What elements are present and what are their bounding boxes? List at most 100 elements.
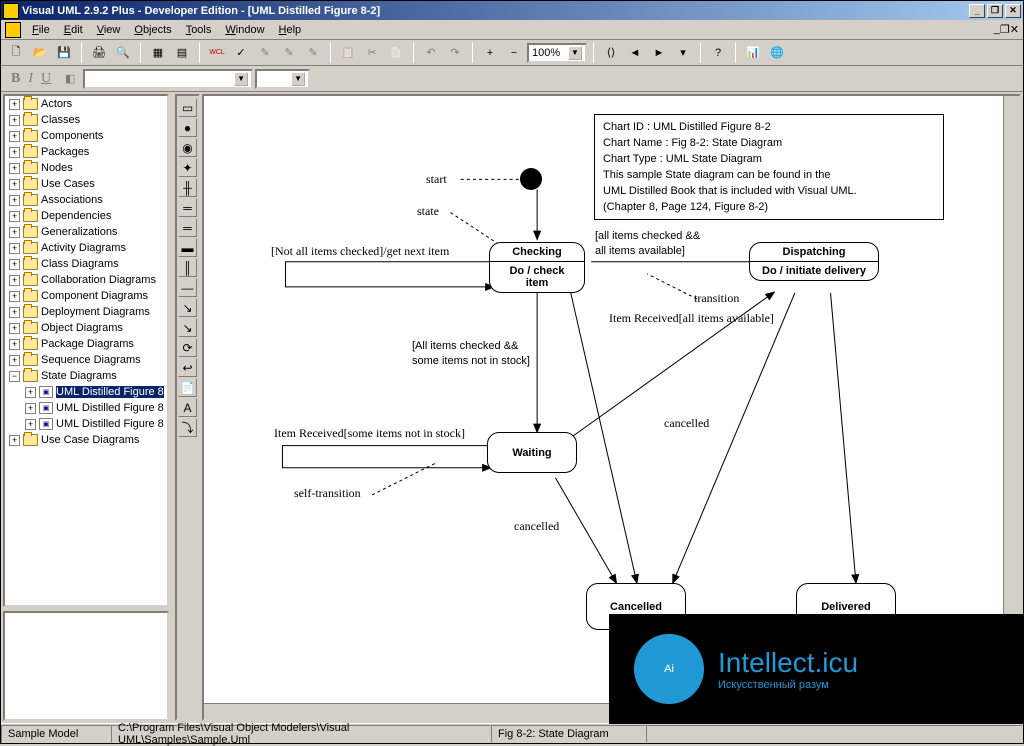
title-text: Visual UML 2.9.2 Plus - Developer Editio…	[22, 5, 380, 17]
font-combo[interactable]: ▼	[83, 69, 253, 89]
preview-pane	[3, 611, 169, 721]
tool12[interactable]: ↘	[178, 318, 197, 337]
help-icon[interactable]: ?	[707, 42, 729, 64]
toolbar-format: B I U ◧ ▼ ▼	[1, 66, 1023, 92]
tree-item[interactable]: +▣UML Distilled Figure 8	[5, 400, 167, 416]
mdi-restore-button[interactable]: ❐	[1000, 23, 1010, 36]
select-tool[interactable]: ▭	[178, 98, 197, 117]
menu-tools[interactable]: Tools	[179, 22, 219, 38]
paste-icon: 📄	[385, 42, 407, 64]
fork-tool[interactable]: ═	[178, 198, 197, 217]
label-guard2: [all items checked &&all items available…	[595, 228, 700, 258]
tree-item[interactable]: +Associations	[5, 192, 167, 208]
menu-help[interactable]: Help	[272, 22, 309, 38]
preview-icon[interactable]: 🔍	[112, 42, 134, 64]
menu-objects[interactable]: Objects	[127, 22, 178, 38]
wcl-icon[interactable]: WCL	[206, 42, 228, 64]
d1-icon: ✎	[254, 42, 276, 64]
menu-view[interactable]: View	[90, 22, 128, 38]
chevron-down-icon[interactable]: ▼	[568, 46, 582, 60]
minimize-button[interactable]: _	[969, 4, 985, 18]
close-button[interactable]: ✕	[1005, 4, 1021, 18]
tool8[interactable]: ▬	[178, 238, 197, 257]
minus-icon[interactable]: −	[503, 42, 525, 64]
save-icon[interactable]: 💾	[53, 42, 75, 64]
tool9[interactable]: ║	[178, 258, 197, 277]
tool14[interactable]: ↩	[178, 358, 197, 377]
tree-item[interactable]: +Activity Diagrams	[5, 240, 167, 256]
tree-item[interactable]: +Object Diagrams	[5, 320, 167, 336]
nav-fwd-icon[interactable]: ►	[648, 42, 670, 64]
watermark-logo: Ai	[634, 634, 704, 704]
tree-item[interactable]: +Components	[5, 128, 167, 144]
state-dispatching[interactable]: Dispatching Do / initiate delivery	[749, 242, 879, 281]
menu-window[interactable]: Window	[218, 22, 271, 38]
tree-item[interactable]: +Class Diagrams	[5, 256, 167, 272]
state-checking[interactable]: Checking Do / check item	[489, 242, 585, 293]
info-l1: Chart ID : UML Distilled Figure 8-2	[603, 119, 935, 135]
tree-item[interactable]: +Use Case Diagrams	[5, 432, 167, 448]
print-icon[interactable]: 🖨	[88, 42, 110, 64]
split-tool[interactable]: ╫	[178, 178, 197, 197]
vertical-scrollbar[interactable]	[1003, 96, 1019, 703]
app-window: Visual UML 2.9.2 Plus - Developer Editio…	[0, 0, 1024, 744]
new-icon[interactable]: 🗋	[5, 42, 27, 64]
final-tool[interactable]: ◉	[178, 138, 197, 157]
attach-tool[interactable]: ⤵	[178, 418, 197, 437]
label-state: state	[417, 204, 439, 219]
size-combo[interactable]: ▼	[255, 69, 310, 89]
initial-state[interactable]	[520, 168, 542, 190]
zoom-combo[interactable]: 100% ▼	[527, 43, 587, 63]
tree-item[interactable]: +Dependencies	[5, 208, 167, 224]
tree-item[interactable]: +Packages	[5, 144, 167, 160]
nav-back-icon[interactable]: ◄	[624, 42, 646, 64]
tool13[interactable]: ⟳	[178, 338, 197, 357]
check-icon[interactable]: ✓	[230, 42, 252, 64]
menubar: File Edit View Objects Tools Window Help…	[1, 20, 1023, 40]
fork2-tool[interactable]: ═	[178, 218, 197, 237]
tree-item[interactable]: +Use Cases	[5, 176, 167, 192]
tree-item[interactable]: +Package Diagrams	[5, 336, 167, 352]
tree-item[interactable]: +▣UML Distilled Figure 8	[5, 384, 167, 400]
tool-a-icon[interactable]: ▦	[147, 42, 169, 64]
tree-item[interactable]: +Component Diagrams	[5, 288, 167, 304]
color-icon: ◧	[59, 68, 81, 90]
tree-item[interactable]: +▣UML Distilled Figure 8	[5, 416, 167, 432]
open-icon[interactable]: 📂	[29, 42, 51, 64]
tool10[interactable]: —	[178, 278, 197, 297]
doc-icon	[5, 22, 21, 38]
tree-item[interactable]: +Collaboration Diagrams	[5, 272, 167, 288]
initial-tool[interactable]: ●	[178, 118, 197, 137]
bold-button: B	[11, 71, 20, 87]
tree-item[interactable]: +Nodes	[5, 160, 167, 176]
state-waiting[interactable]: Waiting	[487, 432, 577, 473]
label-guard1: [Not all items checked]/get next item	[271, 244, 449, 259]
aux-tool[interactable]: ✦	[178, 158, 197, 177]
globe-icon[interactable]: 🌐	[766, 42, 788, 64]
chart-info-box[interactable]: Chart ID : UML Distilled Figure 8-2 Char…	[594, 114, 944, 220]
tree-item[interactable]: +Actors	[5, 96, 167, 112]
chart-icon[interactable]: 📊	[742, 42, 764, 64]
mdi-close-button[interactable]: ✕	[1010, 23, 1019, 36]
menu-file[interactable]: File	[25, 22, 57, 38]
tool-b-icon[interactable]: ▤	[171, 42, 193, 64]
chevron-down-icon[interactable]: ▼	[234, 72, 248, 86]
tree-item[interactable]: −State Diagrams	[5, 368, 167, 384]
tree-item[interactable]: +Classes	[5, 112, 167, 128]
plus-icon[interactable]: +	[479, 42, 501, 64]
text-tool[interactable]: A	[178, 398, 197, 417]
model-tree[interactable]: +Actors+Classes+Components+Packages+Node…	[3, 94, 169, 607]
tree-item[interactable]: +Deployment Diagrams	[5, 304, 167, 320]
note-tool[interactable]: 📄	[178, 378, 197, 397]
nav1-icon[interactable]: ⟨⟩	[600, 42, 622, 64]
tree-item[interactable]: +Sequence Diagrams	[5, 352, 167, 368]
label-selftransition: self-transition	[294, 486, 361, 501]
menu-edit[interactable]: Edit	[57, 22, 90, 38]
tree-item[interactable]: +Generalizations	[5, 224, 167, 240]
info-l4: This sample State diagram can be found i…	[603, 167, 935, 183]
tool11[interactable]: ↘	[178, 298, 197, 317]
nav-drop-icon[interactable]: ▾	[672, 42, 694, 64]
maximize-button[interactable]: ❐	[987, 4, 1003, 18]
app-icon	[3, 3, 19, 19]
chevron-down-icon[interactable]: ▼	[291, 72, 305, 86]
